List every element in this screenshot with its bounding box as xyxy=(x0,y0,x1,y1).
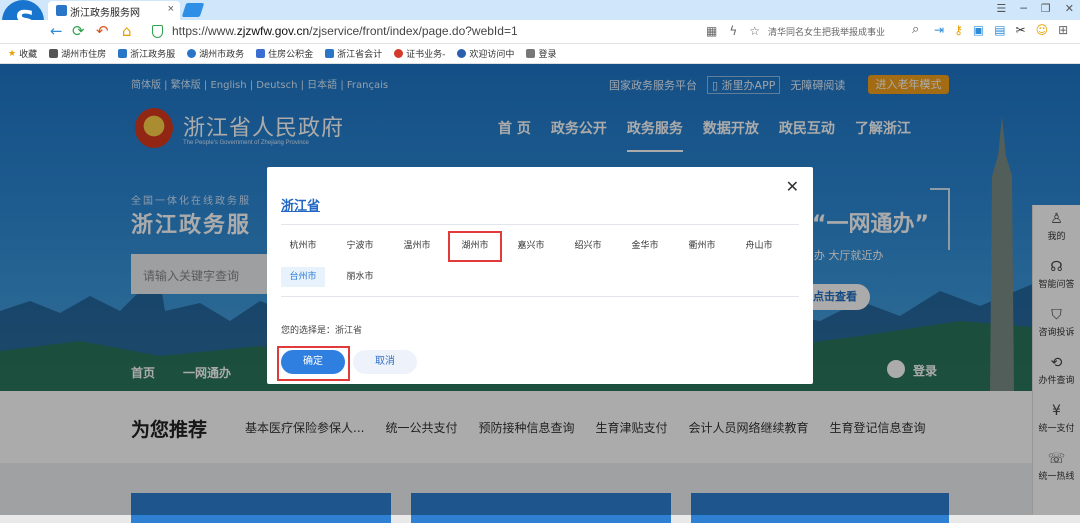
bookmark-item[interactable]: 湖州市住房 xyxy=(49,47,106,60)
refresh-icon[interactable]: ⟳ xyxy=(72,22,85,40)
undo-icon[interactable]: ↶ xyxy=(96,22,109,40)
city-option-taizhou[interactable]: 台州市 xyxy=(281,267,325,287)
cancel-button[interactable]: 取消 xyxy=(353,350,417,374)
city-option-huzhou[interactable]: 湖州市 xyxy=(448,231,502,262)
scissors-icon[interactable]: ✂ xyxy=(1016,23,1026,37)
extension-icons: ⇥ ⚷ ▣ ▤ ✂ ☺ ⊞ xyxy=(934,23,1068,37)
close-window-icon[interactable]: ✕ xyxy=(1065,2,1074,15)
city-option-lishui[interactable]: 丽水市 xyxy=(338,267,382,287)
screenshot-icon[interactable]: ▣ xyxy=(973,23,984,37)
key-icon[interactable]: ⚷ xyxy=(954,23,963,37)
home-icon[interactable]: ⌂ xyxy=(122,22,132,40)
tab-close-icon[interactable]: × xyxy=(168,3,174,15)
selection-text: 您的选择是：浙江省 xyxy=(281,326,363,336)
divider xyxy=(281,296,799,297)
divider xyxy=(281,224,799,225)
city-option-jinhua[interactable]: 金华市 xyxy=(623,236,667,256)
bookmark-item[interactable]: 浙江政务服 xyxy=(118,47,175,60)
window-controls: ☰ ─ ❐ ✕ xyxy=(996,2,1074,15)
page-icon xyxy=(118,49,128,58)
star-icon[interactable]: ☆ xyxy=(749,24,760,38)
login-icon[interactable]: ⇥ xyxy=(934,23,944,37)
bookmark-item[interactable]: 证书业务- xyxy=(394,47,445,60)
city-option-wenzhou[interactable]: 温州市 xyxy=(395,236,439,256)
lightning-icon[interactable]: ϟ xyxy=(729,24,737,38)
bookmark-item[interactable]: 湖州市政务 xyxy=(187,47,244,60)
qr-icon[interactable]: ▦ xyxy=(706,24,717,38)
address-tools: ▦ ϟ ☆ xyxy=(706,24,760,38)
secure-shield-icon xyxy=(152,25,163,38)
page-icon xyxy=(49,49,59,58)
browser-tab[interactable]: 浙江政务服务网 × xyxy=(48,1,180,20)
maximize-icon[interactable]: ❐ xyxy=(1041,2,1051,15)
browser-tab-bar: S 浙江政务服务网 × ☰ ─ ❐ ✕ xyxy=(0,0,1080,42)
new-tab-button[interactable] xyxy=(181,3,205,17)
page-icon xyxy=(187,49,197,58)
province-link[interactable]: 浙江省 xyxy=(281,195,320,214)
search-suggestion[interactable]: 清华同名女生把我举报成事业 xyxy=(768,25,885,38)
back-icon[interactable]: ← xyxy=(50,22,63,40)
close-icon[interactable]: ✕ xyxy=(786,177,799,196)
grid-icon[interactable]: ⊞ xyxy=(1058,23,1068,37)
menu-icon[interactable]: ☰ xyxy=(996,2,1006,15)
city-option-hangzhou[interactable]: 杭州市 xyxy=(281,236,325,256)
page-icon xyxy=(526,49,536,58)
smiley-icon[interactable]: ☺ xyxy=(1036,23,1049,37)
page-icon xyxy=(394,49,404,58)
city-option-jiaxing[interactable]: 嘉兴市 xyxy=(509,236,553,256)
minimize-icon[interactable]: ─ xyxy=(1020,2,1027,15)
city-option-ningbo[interactable]: 宁波市 xyxy=(338,236,382,256)
city-option-zhoushan[interactable]: 舟山市 xyxy=(737,236,781,256)
star-icon: ★ xyxy=(8,48,17,59)
confirm-button[interactable]: 确定 xyxy=(281,350,345,374)
bookmark-item[interactable]: 浙江省会计 xyxy=(325,47,382,60)
url-field[interactable]: https://www.zjzwfw.gov.cn/zjservice/fron… xyxy=(172,24,518,38)
bookmarks-bar: ★ 收藏 湖州市住房 浙江政务服 湖州市政务 住房公积金 浙江省会计 证书业务- … xyxy=(0,44,1080,64)
bookmark-item[interactable]: 登录 xyxy=(526,47,556,60)
address-bar-row: ← ⟳ ↶ ⌂ https://www.zjzwfw.gov.cn/zjserv… xyxy=(0,20,1080,44)
page-icon xyxy=(325,49,335,58)
bookmark-item[interactable]: 欢迎访问中 xyxy=(457,47,514,60)
page-icon xyxy=(457,49,467,58)
city-option-shaoxing[interactable]: 绍兴市 xyxy=(566,236,610,256)
bookmark-item[interactable]: 住房公积金 xyxy=(256,47,313,60)
tab-title: 浙江政务服务网 xyxy=(70,8,140,19)
search-icon[interactable]: ⌕ xyxy=(912,22,919,37)
favicon-icon xyxy=(56,5,67,16)
city-select-dialog: ✕ 浙江省 杭州市 宁波市 温州市 湖州市 嘉兴市 绍兴市 金华市 衢州市 舟山… xyxy=(267,167,813,384)
page-icon xyxy=(256,49,266,58)
translate-icon[interactable]: ▤ xyxy=(994,23,1005,37)
city-option-quzhou[interactable]: 衢州市 xyxy=(680,236,724,256)
bookmark-favorites[interactable]: ★ 收藏 xyxy=(8,47,37,61)
